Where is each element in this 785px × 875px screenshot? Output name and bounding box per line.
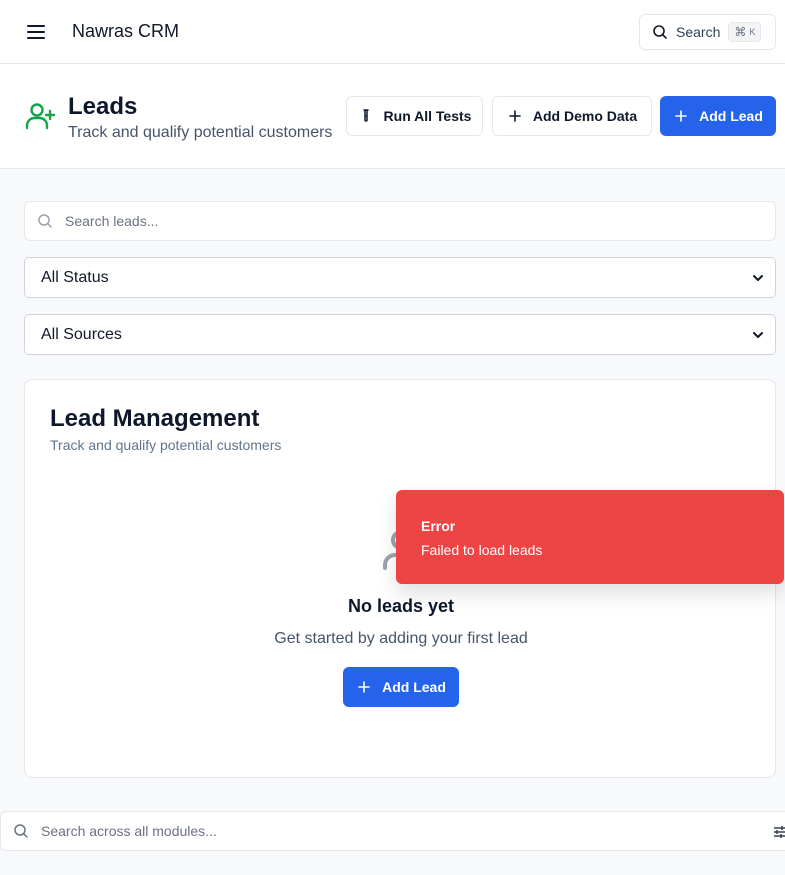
global-search-field [0, 811, 785, 851]
test-tube-icon [362, 109, 369, 122]
search-icon [653, 25, 667, 39]
plus-icon [358, 681, 370, 693]
top-search-label: Search [676, 24, 721, 40]
menu-icon[interactable] [24, 20, 48, 44]
sources-select[interactable]: All Sources [24, 314, 776, 355]
card-title: Lead Management [50, 405, 260, 432]
add-demo-data-label: Add Demo Data [532, 108, 638, 124]
page-header: Leads Track and qualify potential custom… [0, 64, 785, 169]
shortcut-key: K [749, 27, 756, 37]
run-all-tests-label: Run All Tests [383, 108, 472, 124]
error-toast[interactable]: Error Failed to load leads [396, 490, 784, 584]
toast-message: Failed to load leads [421, 542, 543, 558]
search-leads-input[interactable] [65, 213, 745, 229]
chevron-down-icon [753, 331, 763, 338]
user-plus-icon [25, 103, 56, 130]
empty-add-lead-label: Add Lead [382, 679, 446, 695]
run-all-tests-button[interactable]: Run All Tests [346, 96, 483, 136]
page-subtitle: Track and qualify potential customers [68, 124, 333, 141]
search-icon [38, 214, 52, 228]
search-leads-field [24, 201, 776, 241]
add-demo-data-button[interactable]: Add Demo Data [492, 96, 652, 136]
status-select-value: All Status [41, 268, 109, 286]
app-title: Nawras CRM [72, 21, 180, 41]
global-search-input[interactable] [41, 823, 741, 839]
sliders-icon[interactable] [772, 824, 785, 840]
empty-add-lead-button[interactable]: Add Lead [343, 667, 459, 707]
chevron-down-icon [753, 274, 763, 281]
top-search-button[interactable]: Search ⌘ K [639, 14, 776, 50]
empty-state-title: No leads yet [347, 596, 455, 616]
top-bar: Nawras CRM Search ⌘ K [0, 0, 785, 64]
page-title: Leads [68, 93, 138, 120]
empty-state-description: Get started by adding your first lead [274, 630, 528, 647]
card-subtitle: Track and qualify potential customers [50, 437, 282, 453]
shortcut-badge: ⌘ K [728, 22, 762, 42]
plus-icon [509, 110, 521, 122]
toast-title: Error [421, 518, 456, 534]
plus-icon [675, 110, 687, 122]
add-lead-button[interactable]: Add Lead [660, 96, 776, 136]
add-lead-label: Add Lead [699, 108, 763, 124]
shortcut-symbol: ⌘ [734, 25, 747, 39]
sources-select-value: All Sources [41, 325, 122, 343]
search-icon [14, 824, 28, 838]
status-select[interactable]: All Status [24, 257, 776, 298]
